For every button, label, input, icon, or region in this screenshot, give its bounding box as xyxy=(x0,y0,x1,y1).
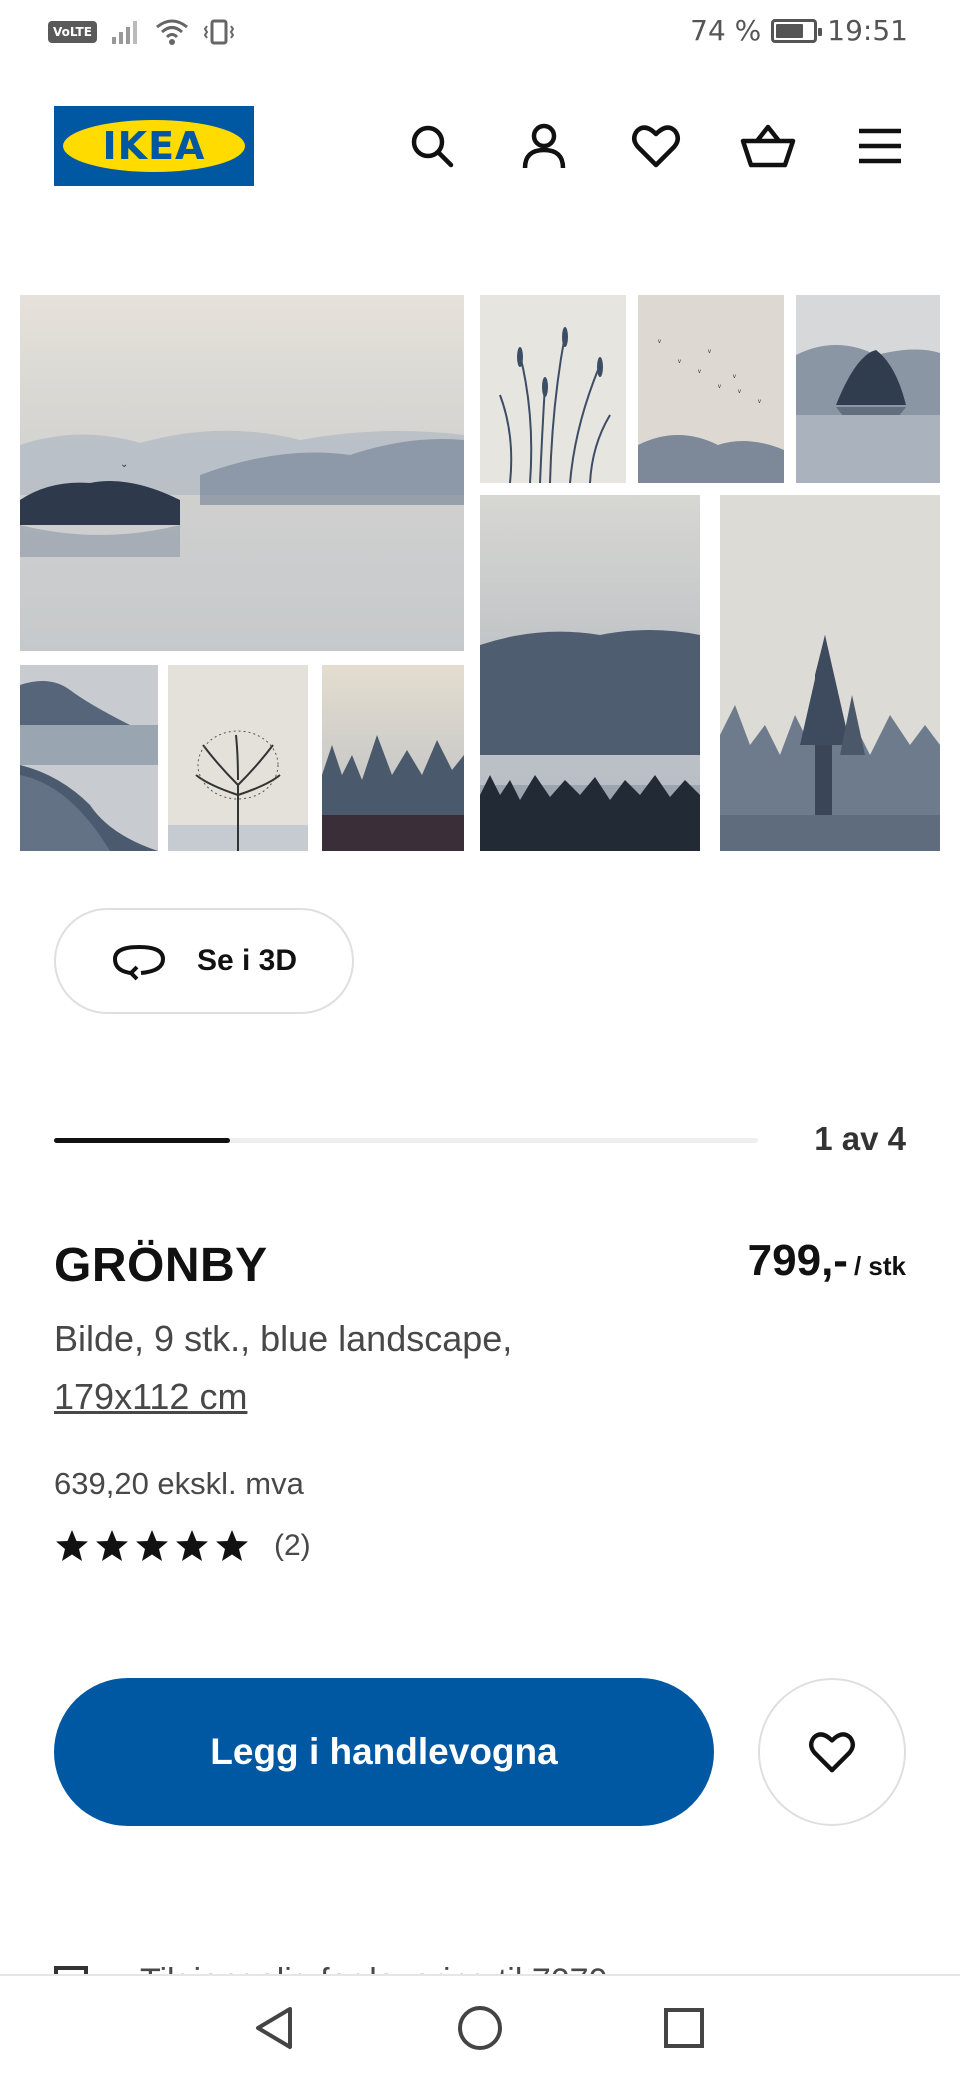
carousel-counter: 1 av 4 xyxy=(814,1120,906,1157)
gallery-image-island[interactable] xyxy=(796,295,940,483)
svg-text:ᵛ: ᵛ xyxy=(697,367,701,377)
ikea-logo[interactable]: IKEA xyxy=(54,106,254,186)
svg-text:ᵛ: ᵛ xyxy=(707,347,711,357)
gallery-image-misty-lake[interactable]: ⌄ xyxy=(20,295,464,651)
status-bar: VoLTE 74 % 19:51 xyxy=(0,0,960,66)
gallery-image-pine-trees[interactable] xyxy=(720,495,940,851)
home-nav-icon[interactable] xyxy=(450,1998,510,2058)
back-nav-icon[interactable] xyxy=(244,1998,304,2058)
star-icon xyxy=(136,1530,168,1561)
carousel-progress-fill xyxy=(54,1138,230,1143)
product-rating[interactable]: (2) xyxy=(54,1528,311,1564)
star-icon xyxy=(176,1530,208,1561)
status-left: VoLTE xyxy=(48,18,235,46)
menu-icon[interactable] xyxy=(852,118,908,174)
product-description: Bilde, 9 stk., blue landscape, 179x112 c… xyxy=(54,1310,654,1426)
vibrate-icon xyxy=(203,19,235,45)
logo-text: IKEA xyxy=(102,124,206,168)
carousel-progress xyxy=(54,1138,758,1143)
view-3d-button[interactable]: Se i 3D xyxy=(54,908,354,1014)
account-icon[interactable] xyxy=(516,118,572,174)
heart-icon[interactable] xyxy=(628,118,684,174)
basket-icon[interactable] xyxy=(740,118,796,174)
gallery-image-birds[interactable]: ᵛᵛᵛᵛᵛᵛᵛᵛ xyxy=(638,295,784,483)
view-3d-label: Se i 3D xyxy=(196,944,298,977)
svg-text:ᵛ: ᵛ xyxy=(657,337,661,347)
battery-icon xyxy=(771,18,823,43)
svg-text:ᵛ: ᵛ xyxy=(737,387,741,397)
review-count: (2) xyxy=(274,1529,311,1562)
add-to-cart-label: Legg i handlevogna xyxy=(210,1731,558,1772)
product-description-text: Bilde, 9 stk., blue landscape, xyxy=(54,1318,513,1359)
site-header: IKEA xyxy=(0,100,960,196)
gallery-image-forest[interactable] xyxy=(322,665,464,851)
price-unit: / stk xyxy=(853,1251,906,1281)
recents-nav-icon[interactable] xyxy=(654,1998,714,2058)
product-price: 799,- / stk xyxy=(748,1236,906,1286)
price-excl-vat: 639,20 ekskl. mva xyxy=(54,1466,304,1501)
wifi-icon xyxy=(155,19,188,45)
status-right: 74 % 19:51 xyxy=(690,14,908,47)
star-icon xyxy=(96,1530,128,1561)
add-to-favourites-button[interactable] xyxy=(758,1678,906,1826)
add-to-cart-button[interactable]: Legg i handlevogna xyxy=(54,1678,714,1826)
gallery-image-shore[interactable] xyxy=(20,665,158,851)
signal-icon xyxy=(111,21,137,44)
svg-text:⌄: ⌄ xyxy=(120,459,128,470)
heart-icon xyxy=(809,1732,855,1773)
rotate-3d-icon xyxy=(112,944,165,981)
system-nav-bar xyxy=(0,1974,960,2080)
svg-text:ᵛ: ᵛ xyxy=(717,382,721,392)
gallery-image-tree[interactable] xyxy=(168,665,308,851)
gallery-image-forest-valley[interactable] xyxy=(480,495,700,851)
svg-text:ᵛ: ᵛ xyxy=(677,357,681,367)
gallery-image-grass[interactable] xyxy=(480,295,626,483)
clock: 19:51 xyxy=(827,14,908,47)
logo-oval: IKEA xyxy=(63,120,245,172)
svg-text:ᵛ: ᵛ xyxy=(732,372,736,382)
product-name[interactable]: GRÖNBY xyxy=(54,1238,268,1293)
search-icon[interactable] xyxy=(404,118,460,174)
price-value: 799,- xyxy=(747,1236,848,1285)
product-size-link[interactable]: 179x112 cm xyxy=(54,1368,654,1426)
product-gallery[interactable]: ⌄ ᵛᵛᵛᵛᵛᵛᵛᵛ xyxy=(20,295,940,851)
star-icon xyxy=(56,1530,88,1561)
star-icon xyxy=(216,1530,248,1561)
svg-text:ᵛ: ᵛ xyxy=(757,397,761,407)
volte-badge: VoLTE xyxy=(48,21,97,43)
battery-percent: 74 % xyxy=(690,14,762,47)
